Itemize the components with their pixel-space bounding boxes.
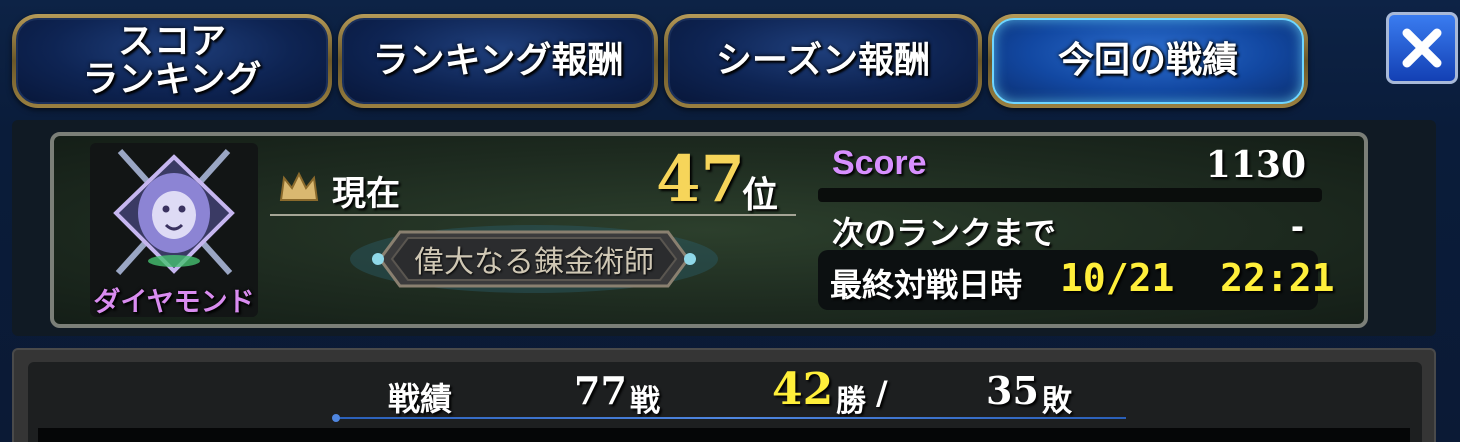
current-rank-suffix: 位	[742, 175, 779, 216]
crown-icon	[279, 171, 319, 201]
tab-score-ranking[interactable]: スコア ランキング	[12, 14, 332, 108]
title-badge: 偉大なる錬金術師	[348, 222, 720, 296]
close-button[interactable]	[1386, 12, 1458, 84]
record-wins-unit: 勝	[836, 384, 866, 419]
current-rank-value: 47	[656, 142, 746, 217]
record-separator: /	[876, 374, 888, 412]
record-underline	[336, 417, 1126, 419]
tab-current-record[interactable]: 今回の戦績	[988, 14, 1308, 108]
title-badge-text: 偉大なる錬金術師	[414, 245, 654, 280]
record-wins-value: 42	[772, 364, 834, 415]
record-list-area	[38, 428, 1410, 442]
record-label: 戦績	[388, 380, 453, 418]
last-battle-label: 最終対戦日時	[830, 266, 1023, 304]
close-x-icon	[1402, 28, 1442, 68]
rank-tier-label: ダイヤモンド	[93, 287, 255, 318]
record-underline-dot	[332, 414, 340, 422]
rank-divider	[270, 214, 796, 216]
tab-score-ranking-label: スコア ランキング	[16, 18, 328, 104]
tab-season-reward[interactable]: シーズン報酬	[664, 14, 982, 108]
record-losses-value: 35	[986, 368, 1039, 413]
score-label: Score	[832, 144, 927, 182]
tab-ranking-reward-label: ランキング報酬	[342, 18, 654, 104]
score-value: 1130	[1205, 144, 1306, 186]
record-battles-value: 77	[574, 368, 627, 413]
tab-season-reward-label: シーズン報酬	[668, 18, 978, 104]
lion-crest-icon	[113, 148, 235, 276]
current-rank-label: 現在	[332, 174, 400, 214]
last-battle-value: 10/21 22:21	[1060, 256, 1335, 300]
record-losses-unit: 敗	[1042, 384, 1072, 419]
next-rank-value: -	[1290, 208, 1304, 246]
score-bar	[818, 188, 1322, 202]
next-rank-label: 次のランクまで	[832, 214, 1057, 252]
tab-current-record-label: 今回の戦績	[992, 18, 1304, 104]
record-battles-unit: 戦	[630, 384, 660, 419]
tab-ranking-reward[interactable]: ランキング報酬	[338, 14, 658, 108]
